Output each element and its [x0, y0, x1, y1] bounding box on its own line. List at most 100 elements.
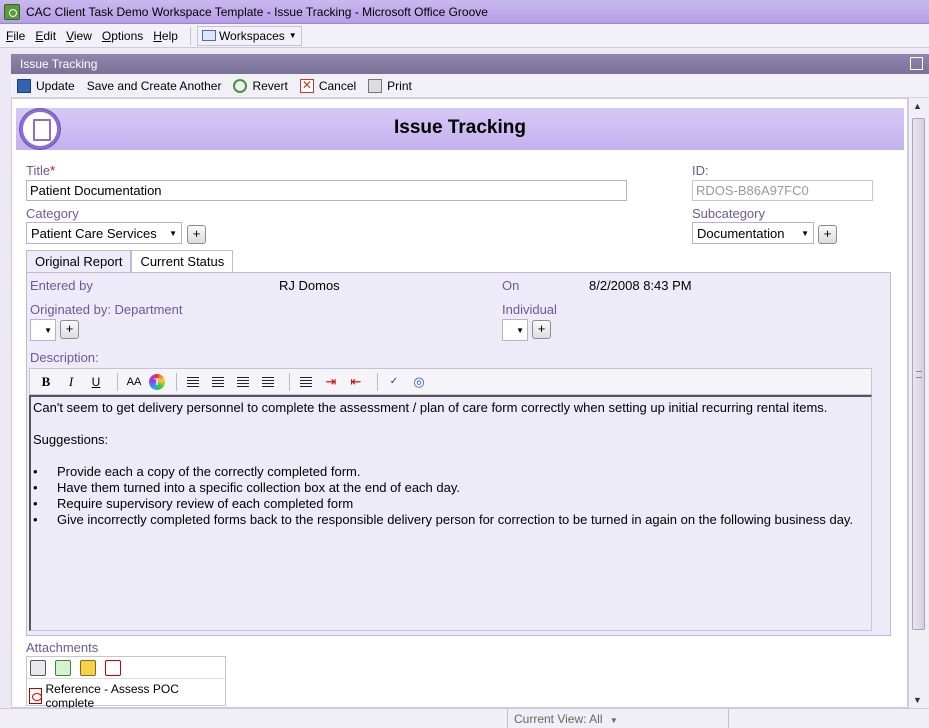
form-title: Issue Tracking: [393, 117, 526, 138]
align-left-icon: [187, 376, 199, 387]
toolbar-separator: [117, 372, 118, 391]
spell-check-button[interactable]: ✓: [384, 372, 404, 392]
save-and-create-another-button[interactable]: Save and Create Another: [87, 79, 222, 93]
action-toolbar: Update Save and Create Another Revert Ca…: [11, 74, 929, 98]
chevron-down-icon: ▼: [609, 716, 618, 725]
id-field: RDOS-B86A97FC0: [692, 180, 873, 201]
print-button[interactable]: Print: [368, 78, 412, 93]
list-item: Provide each a copy of the correctly com…: [33, 464, 869, 480]
suggestions-heading: Suggestions:: [33, 432, 109, 447]
list-item: Have them turned into a specific collect…: [33, 480, 869, 496]
bullet-list-button[interactable]: [296, 372, 316, 392]
update-button[interactable]: Update: [17, 78, 75, 93]
justify-button[interactable]: [258, 372, 278, 392]
hyperlink-button[interactable]: ◎: [409, 372, 429, 392]
menu-edit[interactable]: Edit: [35, 29, 56, 43]
description-editor[interactable]: Can't seem to get delivery personnel to …: [29, 395, 872, 631]
on-value: 8/2/2008 8:43 PM: [589, 278, 692, 293]
add-subcategory-button[interactable]: +: [818, 225, 837, 244]
save-attachment-icon[interactable]: [80, 659, 96, 676]
printer-icon: [368, 78, 383, 93]
align-left-button[interactable]: [183, 372, 203, 392]
add-category-button[interactable]: +: [187, 225, 206, 244]
indent-button[interactable]: ⇥: [321, 372, 341, 392]
menu-file[interactable]: File: [6, 29, 25, 43]
tab-original-report[interactable]: Original Report: [26, 250, 132, 273]
category-label: Category: [26, 206, 79, 221]
add-individual-button[interactable]: +: [532, 320, 551, 339]
align-right-button[interactable]: [233, 372, 253, 392]
revert-button[interactable]: Revert: [233, 78, 288, 93]
cancel-icon: [299, 78, 314, 93]
entered-by-value: RJ Domos: [279, 278, 340, 293]
tab-strip: Original Report Current Status: [26, 250, 234, 273]
scrollbar-thumb[interactable]: [912, 118, 925, 630]
groove-app-icon: [4, 3, 20, 20]
globe-link-icon: ◎: [413, 373, 425, 389]
toolbar-separator: [377, 372, 378, 391]
id-label: ID:: [692, 163, 709, 178]
tool-header: Issue Tracking: [11, 54, 929, 74]
scroll-up-arrow-icon[interactable]: ▲: [913, 101, 922, 111]
department-select[interactable]: ▼: [30, 319, 56, 341]
individual-label: Individual: [502, 302, 557, 317]
title-input[interactable]: Patient Documentation: [26, 180, 627, 201]
menu-help[interactable]: Help: [153, 29, 178, 43]
align-center-icon: [212, 376, 224, 387]
justify-icon: [262, 376, 274, 387]
current-view-selector[interactable]: Current View: All ▼: [507, 709, 729, 728]
menu-separator: [189, 26, 191, 45]
suggestions-list: Provide each a copy of the correctly com…: [33, 464, 869, 528]
tool-title: Issue Tracking: [20, 57, 98, 71]
workspaces-menu-button[interactable]: Workspaces ▼: [196, 25, 302, 46]
status-bar: Current View: All ▼: [0, 708, 929, 728]
align-center-button[interactable]: [208, 372, 228, 392]
font-size-button[interactable]: AA: [124, 372, 144, 392]
window-title: CAC Client Task Demo Workspace Template …: [26, 4, 488, 19]
italic-button[interactable]: I: [61, 372, 81, 392]
menu-options[interactable]: Options: [102, 29, 143, 43]
subcategory-select[interactable]: Documentation ▼: [692, 222, 814, 244]
refresh-attachment-icon[interactable]: [55, 659, 71, 676]
vertical-scrollbar[interactable]: ▲ ▼: [908, 98, 929, 708]
cancel-button[interactable]: Cancel: [299, 78, 356, 93]
tab-current-status[interactable]: Current Status: [131, 250, 234, 273]
attachments-toolbar: [27, 657, 225, 679]
description-intro: Can't seem to get delivery personnel to …: [33, 400, 828, 415]
underline-button[interactable]: U: [86, 372, 106, 392]
bold-button[interactable]: B: [36, 372, 56, 392]
attachment-name: Reference - Assess POC complete: [45, 682, 179, 710]
font-color-button[interactable]: T: [149, 373, 165, 390]
chevron-down-icon: ▼: [44, 325, 52, 335]
scroll-down-arrow-icon[interactable]: ▼: [913, 695, 922, 705]
workspaces-label: Workspaces: [218, 28, 285, 43]
toolbar-separator: [176, 372, 177, 391]
workspaces-icon: [201, 30, 216, 41]
individual-select[interactable]: ▼: [502, 319, 528, 341]
category-select[interactable]: Patient Care Services ▼: [26, 222, 182, 244]
subcategory-label: Subcategory: [692, 206, 765, 221]
on-label: On: [502, 278, 520, 293]
add-attachment-icon[interactable]: [30, 659, 46, 676]
required-marker: *: [50, 163, 56, 178]
add-department-button[interactable]: +: [60, 320, 79, 339]
outdent-icon: ⇤: [350, 373, 362, 389]
rich-text-toolbar: B I U AA T ⇥ ⇤ ✓ ◎: [29, 368, 872, 395]
chevron-down-icon: ▼: [801, 228, 809, 238]
attachments-label: Attachments: [26, 640, 99, 655]
entered-by-label: Entered by: [30, 278, 93, 293]
chevron-down-icon: ▼: [288, 31, 297, 40]
description-label: Description:: [30, 350, 99, 365]
grip-icon: [916, 371, 922, 378]
chevron-down-icon: ▼: [169, 228, 177, 238]
list-item: Give incorrectly completed forms back to…: [33, 512, 869, 528]
chevron-down-icon: ▼: [516, 325, 524, 335]
window-title-bar: CAC Client Task Demo Workspace Template …: [0, 0, 929, 24]
restore-window-icon[interactable]: [910, 57, 923, 70]
pdf-file-icon: [29, 688, 43, 704]
menu-view[interactable]: View: [66, 29, 92, 43]
delete-attachment-icon[interactable]: [105, 659, 121, 676]
originated-by-department-label: Originated by: Department: [30, 302, 183, 317]
outdent-button[interactable]: ⇤: [346, 372, 366, 392]
attachments-box: Reference - Assess POC complete: [26, 656, 226, 710]
